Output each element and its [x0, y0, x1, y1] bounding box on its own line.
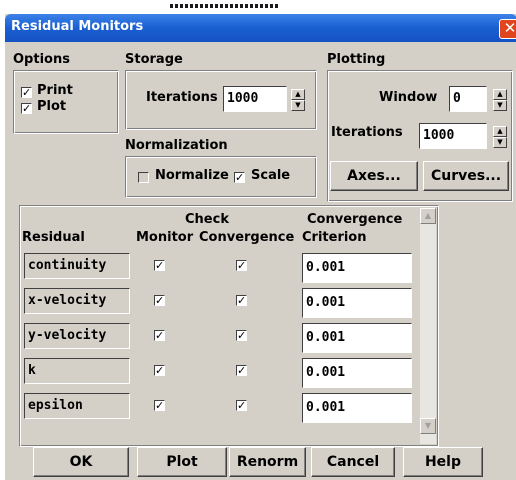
- cancel-button[interactable]: Cancel: [311, 447, 395, 477]
- plot-checkbox[interactable]: ✓: [21, 103, 32, 114]
- plotting-window-spinner[interactable]: ▲ ▼: [493, 89, 507, 111]
- background-text-fragment: [170, 4, 280, 8]
- storage-iterations-input[interactable]: 1000: [223, 86, 287, 112]
- check-icon: ✓: [22, 102, 32, 115]
- criterion-input-x-velocity[interactable]: 0.001: [302, 288, 412, 318]
- check-convergence-checkbox-y-velocity[interactable]: ✓: [236, 330, 247, 341]
- storage-iterations-label: Iterations: [146, 90, 218, 105]
- residual-name-epsilon: epsilon: [24, 393, 130, 419]
- spin-up-icon[interactable]: ▲: [291, 89, 305, 100]
- residual-name-y-velocity: y-velocity: [24, 323, 130, 349]
- monitor-header: Monitor: [136, 230, 194, 245]
- scroll-up-icon[interactable]: ▲: [420, 208, 436, 224]
- check-icon: ✓: [155, 294, 165, 307]
- monitor-checkbox-x-velocity[interactable]: ✓: [154, 295, 165, 306]
- criterion-header-line1: Convergence: [307, 212, 403, 227]
- check-convergence-checkbox-x-velocity[interactable]: ✓: [236, 295, 247, 306]
- background-strip: [0, 0, 516, 13]
- curves-button[interactable]: Curves...: [423, 161, 509, 191]
- spin-down-icon[interactable]: ▼: [291, 100, 305, 111]
- check-header-line1: Check: [185, 212, 229, 227]
- check-icon: ✓: [155, 364, 165, 377]
- axes-button[interactable]: Axes...: [330, 161, 418, 191]
- plotting-window-input[interactable]: 0: [449, 86, 487, 112]
- monitor-checkbox-y-velocity[interactable]: ✓: [154, 330, 165, 341]
- print-label: Print: [37, 83, 73, 98]
- check-icon: ✓: [235, 171, 245, 184]
- help-button[interactable]: Help: [403, 447, 483, 477]
- check-convergence-checkbox-epsilon[interactable]: ✓: [236, 400, 247, 411]
- spin-up-icon[interactable]: ▲: [493, 89, 507, 100]
- residual-monitors-dialog: Residual Monitors ✕ Options ✓ Print ✓ Pl…: [4, 13, 516, 480]
- spin-up-icon[interactable]: ▲: [493, 126, 507, 137]
- check-convergence-checkbox-k[interactable]: ✓: [236, 365, 247, 376]
- check-icon: ✓: [237, 259, 247, 272]
- criterion-input-continuity[interactable]: 0.001: [302, 253, 412, 283]
- storage-iterations-spinner[interactable]: ▲ ▼: [291, 89, 305, 111]
- criterion-input-k[interactable]: 0.001: [302, 358, 412, 388]
- options-title: Options: [13, 52, 70, 67]
- monitor-checkbox-k[interactable]: ✓: [154, 365, 165, 376]
- title-bar[interactable]: Residual Monitors ✕: [5, 14, 516, 42]
- residual-name-continuity: continuity: [24, 253, 130, 279]
- scale-checkbox[interactable]: ✓: [234, 172, 245, 183]
- ok-button[interactable]: OK: [33, 447, 129, 477]
- print-checkbox[interactable]: ✓: [21, 87, 32, 98]
- residual-header: Residual: [22, 230, 85, 245]
- criterion-header-line2: Criterion: [302, 230, 367, 245]
- scale-label: Scale: [251, 168, 291, 183]
- criterion-input-epsilon[interactable]: 0.001: [302, 393, 412, 423]
- monitor-checkbox-epsilon[interactable]: ✓: [154, 400, 165, 411]
- check-icon: ✓: [237, 329, 247, 342]
- normalize-checkbox[interactable]: [138, 172, 149, 183]
- plotting-iterations-input[interactable]: 1000: [419, 123, 487, 149]
- plotting-iterations-spinner[interactable]: ▲ ▼: [493, 126, 507, 148]
- check-icon: ✓: [237, 364, 247, 377]
- check-icon: ✓: [237, 399, 247, 412]
- window-title: Residual Monitors: [11, 19, 144, 34]
- plotting-title: Plotting: [327, 52, 386, 67]
- check-icon: ✓: [22, 86, 32, 99]
- plotting-window-label: Window: [379, 90, 438, 105]
- close-button[interactable]: ✕: [499, 19, 516, 39]
- check-icon: ✓: [155, 399, 165, 412]
- plotting-iterations-label: Iterations: [331, 125, 403, 140]
- table-scrollbar[interactable]: [420, 208, 436, 444]
- residual-name-k: k: [24, 358, 130, 384]
- scroll-down-icon[interactable]: ▼: [420, 418, 436, 434]
- renorm-button[interactable]: Renorm: [229, 447, 306, 477]
- normalize-label: Normalize: [155, 168, 229, 183]
- check-header-line2: Convergence: [199, 230, 295, 245]
- monitor-checkbox-continuity[interactable]: ✓: [154, 260, 165, 271]
- check-icon: ✓: [155, 329, 165, 342]
- close-icon: ✕: [503, 19, 516, 37]
- normalization-title: Normalization: [125, 138, 228, 153]
- spin-down-icon[interactable]: ▼: [493, 100, 507, 111]
- spin-down-icon[interactable]: ▼: [493, 137, 507, 148]
- check-icon: ✓: [237, 294, 247, 307]
- criterion-input-y-velocity[interactable]: 0.001: [302, 323, 412, 353]
- storage-title: Storage: [125, 52, 183, 67]
- plot-button[interactable]: Plot: [137, 447, 227, 477]
- check-icon: ✓: [155, 259, 165, 272]
- residual-name-x-velocity: x-velocity: [24, 288, 130, 314]
- plot-label: Plot: [37, 99, 67, 114]
- check-convergence-checkbox-continuity[interactable]: ✓: [236, 260, 247, 271]
